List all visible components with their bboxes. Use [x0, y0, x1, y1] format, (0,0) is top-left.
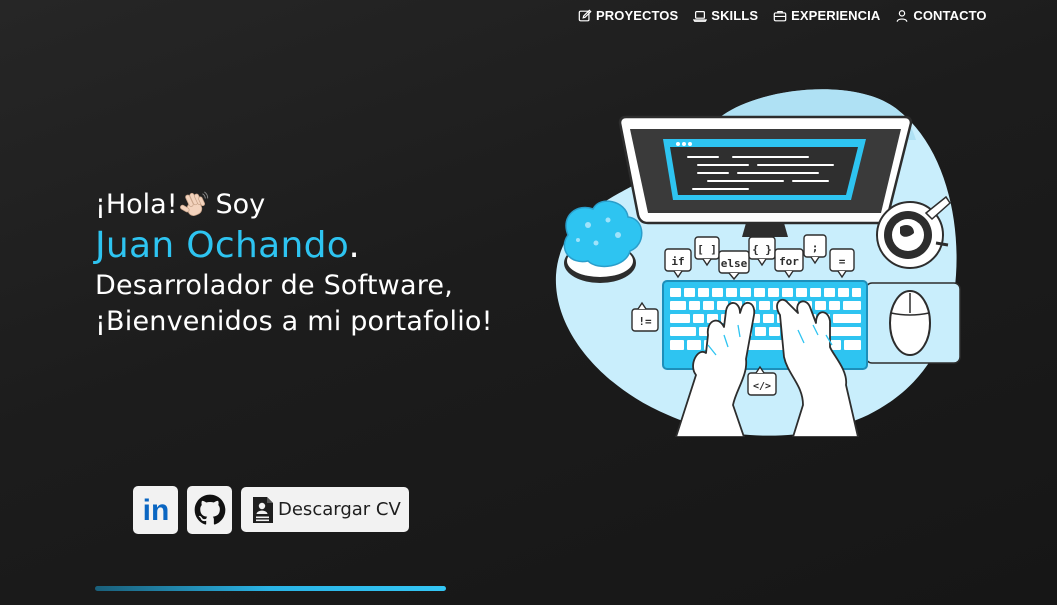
tag-brackets-text: [ ] — [697, 243, 717, 256]
nav-skills-label: SKILLS — [711, 8, 759, 23]
top-nav: PROYECTOS SKILLS EXPERIENCIA CONTACTO — [578, 8, 987, 23]
github-button[interactable] — [187, 486, 232, 534]
resume-document-icon — [253, 496, 273, 523]
download-cv-button[interactable]: Descargar CV — [241, 487, 409, 532]
person-icon — [896, 9, 908, 22]
tag-html-text: </> — [753, 381, 771, 392]
nav-contacto-label: CONTACTO — [913, 8, 987, 23]
greeting-hola: ¡Hola! — [95, 189, 178, 220]
download-cv-label: Descargar CV — [278, 499, 401, 520]
keyboard — [662, 280, 868, 370]
accent-bar — [95, 586, 446, 591]
nav-experiencia[interactable]: EXPERIENCIA — [773, 8, 880, 23]
nav-proyectos[interactable]: PROYECTOS — [578, 8, 678, 23]
role-line-1: Desarrolador de Software, — [95, 270, 453, 301]
tag-semicolon-text: ; — [812, 241, 819, 254]
mouse — [865, 282, 961, 364]
linkedin-logo-text: in — [142, 495, 169, 525]
nav-contacto[interactable]: CONTACTO — [895, 8, 987, 23]
laptop-icon — [693, 10, 708, 22]
developer-name: Juan Ochando. — [95, 224, 493, 268]
nav-skills[interactable]: SKILLS — [693, 8, 758, 23]
tag-for-text: for — [779, 255, 799, 268]
nav-experiencia-label: EXPERIENCIA — [791, 8, 881, 23]
developer-name-text: Juan Ochando — [95, 225, 349, 266]
nav-proyectos-label: PROYECTOS — [596, 8, 679, 23]
greeting: ¡Hola! Soy — [95, 186, 493, 224]
hero-section: ¡Hola! Soy Juan Ochando. Desarrolador de… — [95, 186, 493, 340]
edit-icon — [578, 8, 592, 21]
tag-equals-text: = — [839, 255, 846, 268]
role-line-2: ¡Bienvenidos a mi portafolio! — [95, 306, 493, 337]
waving-hand-icon — [179, 191, 208, 216]
github-icon — [194, 494, 225, 525]
developer-illustration: if [ ] else { } for ; = != </> — [555, 89, 961, 437]
monitor — [618, 115, 913, 237]
linkedin-icon: in — [142, 495, 169, 525]
greeting-soy: Soy — [215, 189, 266, 220]
tag-else-text: else — [721, 257, 748, 270]
tag-if-text: if — [671, 255, 684, 268]
tag-braces-text: { } — [752, 243, 772, 256]
tag-not-equals-text: != — [638, 315, 652, 328]
social-buttons: in Descargar CV — [133, 486, 409, 534]
linkedin-button[interactable]: in — [133, 486, 178, 534]
name-period: . — [348, 225, 361, 266]
briefcase-icon — [773, 10, 787, 21]
